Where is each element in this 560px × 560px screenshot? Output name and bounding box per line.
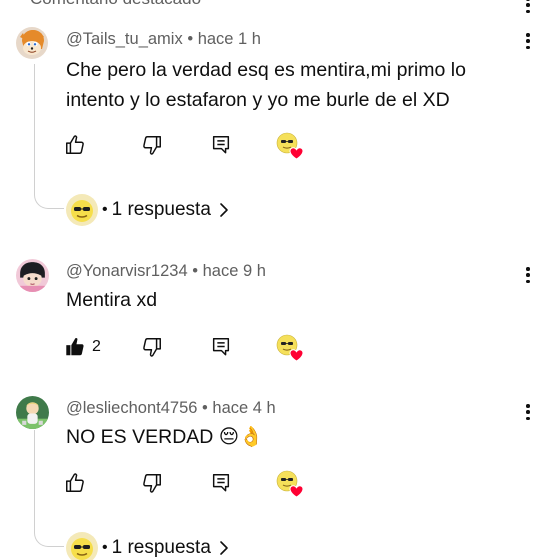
reply-button[interactable] <box>210 472 232 494</box>
chevron-right-icon <box>219 202 229 218</box>
thread-line <box>34 430 64 547</box>
meta-separator: • <box>187 30 194 48</box>
comment-text-line: NO ES VERDAD 😔👌 <box>66 426 264 448</box>
dislike-button[interactable] <box>141 472 163 494</box>
creator-heart-badge <box>276 132 304 160</box>
thread-line <box>34 64 64 209</box>
comment-meta: @Tails_tu_amix • hace 1 h <box>66 30 261 49</box>
dislike-button[interactable] <box>141 336 163 358</box>
replies-separator: • <box>102 539 108 556</box>
creator-heart-icon <box>276 334 304 362</box>
comment-text-line: intento y lo estafaron y yo me burle de … <box>66 89 450 111</box>
comment-time[interactable]: hace 1 h <box>198 30 261 48</box>
comment-time[interactable]: hace 4 h <box>212 399 275 417</box>
replies-count-label: 1 respuesta <box>111 537 211 558</box>
thumb-up-icon <box>64 472 86 494</box>
creator-heart-badge <box>276 334 304 362</box>
more-vert-icon[interactable] <box>520 401 536 423</box>
comment-time[interactable]: hace 9 h <box>203 262 266 280</box>
comment-text: NO ES VERDAD 😔👌 <box>66 422 516 452</box>
like-button[interactable]: 2 <box>64 336 101 358</box>
comment-text-line: Mentira xd <box>66 289 158 311</box>
replies-separator: • <box>102 201 108 218</box>
replies-count-label: 1 respuesta <box>111 199 211 220</box>
more-vert-icon[interactable] <box>520 0 536 16</box>
comment-author[interactable]: @lesliechont4756 <box>66 399 197 417</box>
comment-meta: @lesliechont4756 • hace 4 h <box>66 399 276 418</box>
meta-separator: • <box>192 262 199 280</box>
reply-button[interactable] <box>210 336 232 358</box>
section-header-featured-comment: Comentario destacado <box>30 0 201 9</box>
reply-comment-icon <box>210 336 232 358</box>
comment-text: Mentira xd <box>66 285 516 315</box>
comment-text: Che pero la verdad esq es mentira,mi pri… <box>66 55 516 115</box>
meta-separator: • <box>202 399 208 417</box>
comment-author[interactable]: @Tails_tu_amix <box>66 30 183 48</box>
like-button[interactable] <box>64 472 86 494</box>
comment-author[interactable]: @Yonarvisr1234 <box>66 262 188 280</box>
thumb-up-icon <box>64 134 86 156</box>
creator-heart-badge <box>276 470 304 498</box>
dislike-button[interactable] <box>141 134 163 156</box>
view-replies-button[interactable]: • 1 respuesta <box>66 532 229 560</box>
reply-button[interactable] <box>210 134 232 156</box>
avatar[interactable] <box>16 259 49 292</box>
chevron-right-icon <box>219 540 229 556</box>
reply-author-avatar <box>66 532 98 560</box>
avatar[interactable] <box>16 27 48 59</box>
like-count: 2 <box>92 338 101 355</box>
thumb-down-icon <box>141 336 163 358</box>
view-replies-button[interactable]: • 1 respuesta <box>66 194 229 226</box>
more-vert-icon[interactable] <box>520 30 536 52</box>
thumb-down-icon <box>141 472 163 494</box>
creator-heart-icon <box>276 132 304 160</box>
avatar[interactable] <box>16 396 49 429</box>
comment-meta: @Yonarvisr1234 • hace 9 h <box>66 262 266 281</box>
reply-author-avatar <box>66 194 98 226</box>
reply-comment-icon <box>210 472 232 494</box>
more-vert-icon[interactable] <box>520 264 536 286</box>
creator-heart-icon <box>276 470 304 498</box>
comment-text-line: Che pero la verdad esq es mentira,mi pri… <box>66 59 466 81</box>
like-button[interactable] <box>64 134 86 156</box>
reply-comment-icon <box>210 134 232 156</box>
thumb-up-filled-icon <box>64 336 86 358</box>
thumb-down-icon <box>141 134 163 156</box>
